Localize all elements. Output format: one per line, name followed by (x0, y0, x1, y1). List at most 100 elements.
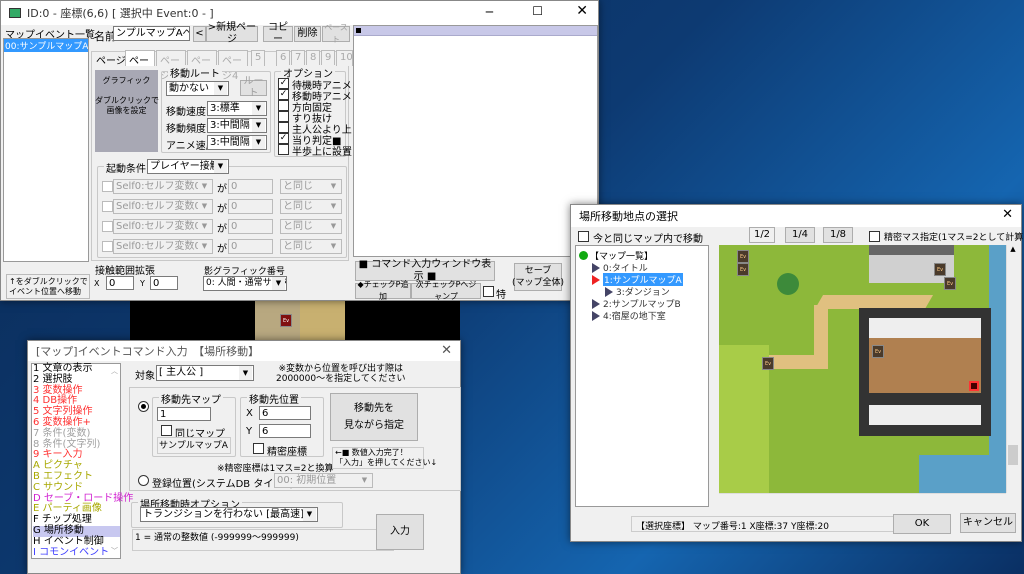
command-window-button[interactable]: ■ コマンド入力ウィンドウ表示 ■ (355, 259, 495, 282)
map-tree-item[interactable]: 4:宿屋の地下室 (592, 309, 666, 322)
option-checkbox[interactable]: ✓ (278, 78, 289, 89)
command-item[interactable]: H イベント制御 (33, 536, 120, 548)
new-page-button[interactable]: >新規ページ (206, 22, 258, 45)
same-map-checkbox[interactable] (578, 231, 589, 242)
tab-page8[interactable]: 8 (306, 50, 320, 66)
checkpoint-jump-button[interactable]: 次チェックPへジャンプ (411, 280, 481, 301)
freq-select[interactable]: 3:中間隔 (207, 118, 267, 133)
event-list-item[interactable]: 00:サンプルマップAへ移動 (4, 39, 88, 52)
shadow-select[interactable]: 0: 人間・通常サイズ (203, 276, 287, 291)
route-button[interactable]: ルート (240, 76, 267, 99)
route-select[interactable]: 動かない (166, 81, 229, 96)
precise-grid-checkbox[interactable] (869, 231, 880, 242)
prev-page-button[interactable]: < (193, 26, 206, 42)
event-marker[interactable]: Ev (737, 250, 749, 263)
maximize-button[interactable]: ☐ (532, 4, 543, 18)
tab-page10[interactable]: 10 (336, 50, 353, 66)
option-checkbox[interactable] (278, 100, 289, 111)
map-preview[interactable]: Ev Ev Ev Ev Ev Ev (719, 245, 1006, 493)
tab-page9[interactable]: 9 (321, 50, 335, 66)
paste-button[interactable]: ペースト (322, 23, 350, 44)
close-button[interactable]: ✕ (576, 3, 588, 19)
dest-y-input[interactable]: 6 (259, 424, 311, 438)
graphic-box[interactable]: グラフィック ダブルクリックで 画像を設定 (95, 70, 159, 152)
option-checkbox[interactable]: ✓ (278, 89, 289, 100)
condition-value-input[interactable]: 0 (228, 179, 273, 194)
tab-page6[interactable]: 6 (276, 50, 290, 66)
condition-variable-select[interactable]: Self0:セルフ変数0 (113, 199, 213, 214)
option-checkbox[interactable] (278, 122, 289, 133)
scroll-down-icon[interactable]: ﹀ (111, 546, 118, 556)
dest-map-input[interactable]: 1 (157, 407, 211, 421)
enter-button[interactable]: 入力 (376, 514, 424, 550)
target-select[interactable]: [ 主人公 ] (156, 365, 254, 381)
dest-x-input[interactable]: 6 (259, 406, 311, 420)
checkpoint-add-button[interactable]: ◆チェックP追加 (355, 280, 411, 301)
contact-y-input[interactable]: 0 (150, 276, 178, 290)
tab-page7[interactable]: 7 (291, 50, 305, 66)
zoom-quarter-button[interactable]: 1/4 (785, 227, 815, 243)
special-checkbox[interactable] (483, 286, 494, 297)
map-vertical-scrollbar[interactable]: ▲ (1006, 245, 1019, 493)
map-horizontal-scrollbar[interactable] (719, 493, 1006, 506)
zoom-half-button[interactable]: 1/2 (749, 227, 775, 243)
event-marker[interactable]: Ev (762, 357, 774, 370)
option-checkbox[interactable] (278, 111, 289, 122)
event-marker[interactable]: Ev (934, 263, 946, 276)
pick-destination-button[interactable]: 移動先を 見ながら指定 (330, 393, 418, 441)
delete-button[interactable]: 削除 (294, 26, 321, 42)
speed-select[interactable]: 3:標準 (207, 101, 267, 116)
command-list[interactable]: 1 文章の表示 2 選択肢 3 変数操作 4 DB操作 5 文字列操作 6 変数操作+ 7 … (31, 363, 133, 559)
condition-checkbox[interactable] (102, 241, 113, 252)
event-list[interactable]: 00:サンプルマップAへ移動 (3, 38, 89, 262)
condition-variable-select[interactable]: Self0:セルフ変数0 (113, 239, 213, 254)
condition-checkbox[interactable] (102, 201, 113, 212)
save-button[interactable]: セーブ (マップ全体) (512, 263, 564, 291)
transition-select[interactable]: トランジションを行わない [最高速] (140, 507, 318, 522)
contact-x-input[interactable]: 0 (106, 276, 134, 290)
command-item[interactable]: C サウンド (33, 482, 120, 494)
copy-button[interactable]: コピー (263, 22, 293, 45)
option-checkbox[interactable]: ✓ (278, 133, 289, 144)
cancel-button[interactable]: キャンセル (960, 513, 1016, 533)
condition-variable-select[interactable]: Self0:セルフ変数0 (113, 179, 213, 194)
close-button[interactable]: ✕ (1002, 207, 1013, 222)
tab-page3[interactable]: ページ3 (187, 50, 217, 82)
condition-compare-select[interactable]: と同じ (280, 239, 342, 254)
command-item[interactable]: 2 選択肢 (33, 374, 120, 386)
event-command-list[interactable] (353, 25, 598, 257)
scroll-up-icon[interactable]: ︿ (111, 366, 118, 376)
condition-compare-select[interactable]: と同じ (280, 179, 342, 194)
condition-value-input[interactable]: 0 (228, 239, 273, 254)
event-marker[interactable]: Ev (872, 345, 884, 358)
precise-checkbox[interactable] (253, 443, 264, 454)
condition-value-input[interactable]: 0 (228, 219, 273, 234)
tab-page4[interactable]: ページ4 (218, 50, 248, 82)
close-button[interactable]: ✕ (441, 343, 452, 358)
anim-select[interactable]: 3:中間隔 (207, 135, 267, 150)
condition-compare-select[interactable]: と同じ (280, 199, 342, 214)
same-map-checkbox[interactable] (161, 425, 172, 436)
event-marker[interactable]: Ev (280, 314, 292, 327)
trigger-select[interactable]: プレイヤー接触 (147, 159, 229, 174)
radio-registered[interactable] (138, 475, 149, 486)
zoom-eighth-button[interactable]: 1/8 (823, 227, 853, 243)
condition-checkbox[interactable] (102, 221, 113, 232)
name-input[interactable]: ンプルマップAへ移動 (113, 26, 190, 41)
registered-select[interactable]: 00: 初期位置 (274, 473, 373, 488)
command-item[interactable]: I コモンイベント (33, 547, 120, 559)
map-tree[interactable]: 【マップ一覧】 0:タイトル 1:サンプルマップA 3:ダンジョン 2:サンプルマップB… (575, 245, 709, 507)
command-item[interactable]: 7 条件(変数) (33, 428, 120, 440)
option-checkbox[interactable] (278, 144, 289, 155)
condition-checkbox[interactable] (102, 181, 113, 192)
ok-button[interactable]: OK (893, 514, 951, 534)
condition-compare-select[interactable]: と同じ (280, 219, 342, 234)
event-marker[interactable]: Ev (737, 263, 749, 276)
event-marker[interactable]: Ev (944, 277, 956, 290)
minimize-button[interactable]: ─ (486, 5, 493, 19)
tab-page2[interactable]: ページ2 (156, 50, 186, 82)
condition-variable-select[interactable]: Self0:セルフ変数0 (113, 219, 213, 234)
tab-page5[interactable]: 5 (251, 50, 265, 66)
condition-value-input[interactable]: 0 (228, 199, 273, 214)
tab-page1[interactable]: ページ1 (125, 50, 155, 82)
